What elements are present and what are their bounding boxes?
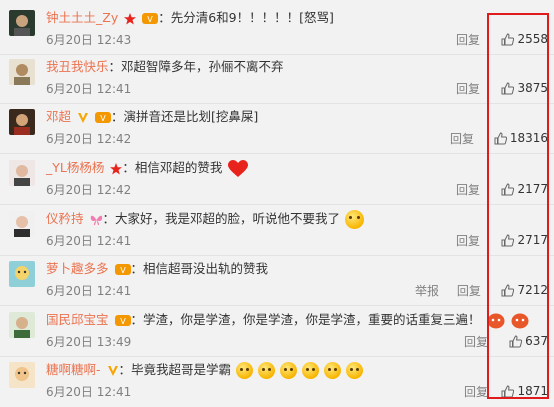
smile-emoji-icon <box>345 210 365 229</box>
comment-row: 我丑我快乐：邓超智障多年，孙俪不离不弃 6月20日 12:41 回复 3875 <box>0 53 554 104</box>
verified-v-icon <box>107 365 118 376</box>
comment-list: 钟土土土_Zy V ：先分清6和9！！！！！[怒骂] 6月20日 12:43 回复… <box>0 0 554 404</box>
like-column-highlight-box <box>487 13 549 399</box>
heart-emoji-icon <box>228 159 249 177</box>
comment-row: _YL杨杨杨 ：相信邓超的赞我 6月20日 12:42 回复 2177 <box>0 154 554 205</box>
star-badge-icon <box>124 12 137 24</box>
comment-time: 6月20日 12:41 <box>46 284 132 298</box>
hands-on-face-emoji-icon <box>323 362 341 379</box>
svg-text:V: V <box>120 266 126 275</box>
comment-row: 钟土土土_Zy V ：先分清6和9！！！！！[怒骂] 6月20日 12:43 回复… <box>0 4 554 55</box>
svg-text:V: V <box>147 15 153 24</box>
reply-link[interactable]: 回复 <box>456 234 480 248</box>
comment-text: 邓超智障多年，孙俪不离不弃 <box>121 59 284 74</box>
member-badge-icon: V <box>114 315 131 326</box>
username-link[interactable]: 糖啊糖啊- <box>46 362 101 377</box>
reply-link[interactable]: 回复 <box>456 33 480 47</box>
username-link[interactable]: _YL杨杨杨 <box>46 160 104 175</box>
avatar[interactable] <box>9 362 35 388</box>
reply-link[interactable]: 回复 <box>456 82 480 96</box>
laughing-emoji-icon <box>301 362 319 379</box>
svg-text:V: V <box>100 114 106 123</box>
comment-text: 相信超哥没出轨的赞我 <box>143 261 269 276</box>
comment-text: 大家好，我是邓超的脸，听说他不要我了 <box>115 211 341 226</box>
member-badge-icon: V <box>142 13 159 24</box>
avatar[interactable] <box>9 109 35 135</box>
laughing-emoji-icon <box>279 362 297 379</box>
username-link[interactable]: 钟土土土_Zy <box>46 10 118 25</box>
comment-text: 先分清6和9！！！！！[怒骂] <box>170 10 334 25</box>
comment-time: 6月20日 13:49 <box>46 335 132 349</box>
reply-link[interactable]: 回复 <box>450 132 474 146</box>
svg-text:V: V <box>120 317 126 326</box>
comment-time: 6月20日 12:41 <box>46 385 132 399</box>
avatar[interactable] <box>9 10 35 36</box>
comment-time: 6月20日 12:41 <box>46 234 132 248</box>
reply-link[interactable]: 回复 <box>456 183 480 197</box>
comment-row: 邓超 V ：演拼音还是比划[挖鼻屎] 6月20日 12:42 回复 18316 <box>0 103 554 154</box>
reply-link[interactable]: 回复 <box>464 335 488 349</box>
laughing-emoji-icon <box>258 362 275 379</box>
username-link[interactable]: 我丑我快乐 <box>46 59 109 74</box>
username-link[interactable]: 萝卜趣多多 <box>46 261 109 276</box>
reply-link[interactable]: 回复 <box>457 284 481 298</box>
username-link[interactable]: 仪矜持 <box>46 211 84 226</box>
comment-text: 毕竟我超哥是学霸 <box>131 362 232 377</box>
reply-link[interactable]: 回复 <box>464 385 488 399</box>
member-badge-icon: V <box>114 264 131 275</box>
comment-time: 6月20日 12:41 <box>46 82 132 96</box>
avatar[interactable] <box>9 312 35 338</box>
hands-on-face-emoji-icon <box>345 362 363 379</box>
comment-text: 相信邓超的赞我 <box>134 160 223 175</box>
comment-time: 6月20日 12:43 <box>46 33 132 47</box>
avatar[interactable] <box>9 160 35 186</box>
butterfly-badge-icon <box>90 215 102 225</box>
member-badge-icon: V <box>94 112 111 123</box>
comment-row: 仪矜持 ：大家好，我是邓超的脸，听说他不要我了 6月20日 12:41 回复 2… <box>0 205 554 256</box>
comment-time: 6月20日 12:42 <box>46 183 132 197</box>
star-badge-icon <box>110 162 123 174</box>
comment-text: 演拼音还是比划[挖鼻屎] <box>123 109 259 124</box>
comment-row: 糖啊糖啊- ：毕竟我超哥是学霸 6月20日 12:41 回复 1871 <box>0 356 554 407</box>
avatar[interactable] <box>9 261 35 287</box>
avatar[interactable] <box>9 59 35 85</box>
laughing-emoji-icon <box>236 362 254 379</box>
comment-time: 6月20日 12:42 <box>46 132 132 146</box>
report-link[interactable]: 举报 <box>415 284 439 298</box>
username-link[interactable]: 国民邱宝宝 <box>46 312 109 327</box>
comment-text: 学渣，你是学渣，你是学渣，你是学渣，重要的话重复三遍！ <box>143 312 481 327</box>
comment-row: 国民邱宝宝 V ：学渣，你是学渣，你是学渣，你是学渣，重要的话重复三遍！ 6月20… <box>0 306 554 357</box>
comment-row: 萝卜趣多多 V ：相信超哥没出轨的赞我 6月20日 12:41 举报 回复 721… <box>0 255 554 306</box>
username-link[interactable]: 邓超 <box>46 109 71 124</box>
verified-v-icon <box>78 112 88 123</box>
avatar[interactable] <box>9 211 35 237</box>
